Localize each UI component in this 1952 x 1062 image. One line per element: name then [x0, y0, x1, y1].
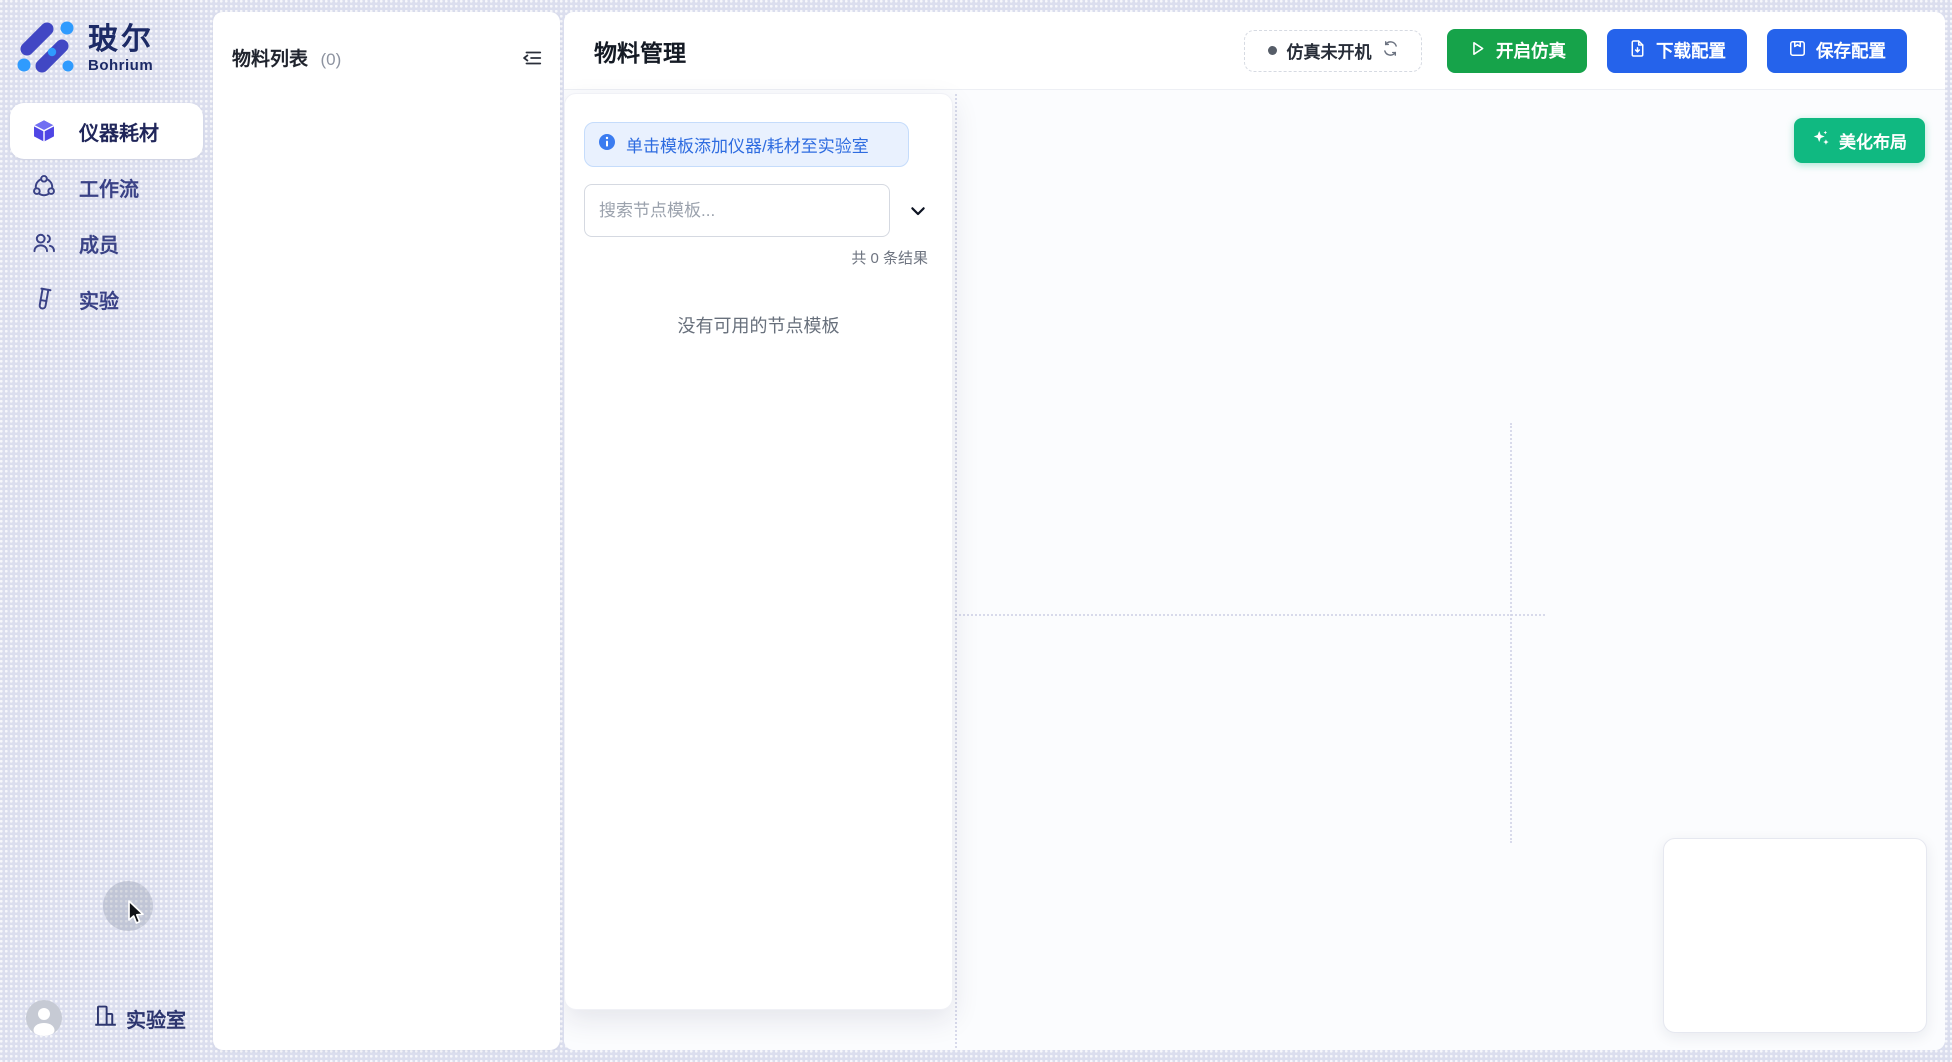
info-icon [598, 133, 616, 156]
refresh-icon[interactable] [1382, 40, 1399, 62]
play-icon [1468, 39, 1487, 63]
save-icon [1788, 39, 1807, 63]
save-config-button[interactable]: 保存配置 [1767, 29, 1907, 73]
page-title: 物料管理 [594, 34, 686, 68]
members-icon [31, 230, 57, 256]
template-panel: 单击模板添加仪器/耗材至实验室 共 0 条结果 没有可用的节点模板 [564, 93, 953, 1010]
search-input[interactable] [584, 184, 890, 237]
material-list-header: 物料列表 (0) [213, 12, 560, 71]
result-count: 共 0 条结果 [565, 247, 952, 268]
sidebar-item-workflow[interactable]: 工作流 [10, 159, 203, 215]
sidebar-footer: 实验室 [26, 1000, 186, 1036]
experiment-icon [31, 286, 57, 312]
brand-name-en: Bohrium [88, 57, 154, 74]
sidebar-item-label: 仪器耗材 [79, 117, 159, 146]
file-download-icon [1628, 39, 1647, 63]
download-config-button[interactable]: 下载配置 [1607, 29, 1747, 73]
material-list-panel: 物料列表 (0) [213, 12, 560, 1050]
sidebar: 玻尔 Bohrium 仪器耗材 [0, 0, 213, 1062]
lab-switcher[interactable]: 实验室 [92, 1002, 186, 1034]
chevron-down-icon[interactable] [908, 201, 928, 221]
cube-icon [31, 118, 57, 144]
layout-canvas[interactable]: 单击模板添加仪器/耗材至实验室 共 0 条结果 没有可用的节点模板 [564, 90, 1945, 1050]
sidebar-item-experiment[interactable]: 实验 [10, 271, 203, 327]
canvas-guide-line [955, 94, 957, 1050]
material-list-count: (0) [320, 50, 341, 69]
topbar: 物料管理 仿真未开机 开启仿真 [564, 12, 1945, 90]
user-avatar[interactable] [26, 1000, 62, 1036]
beautify-layout-label: 美化布局 [1839, 128, 1907, 153]
collapse-panel-button[interactable] [519, 45, 545, 71]
main-area: 物料管理 仿真未开机 开启仿真 [564, 12, 1945, 1050]
sidebar-nav: 仪器耗材 工作流 成员 [10, 103, 203, 327]
canvas-guide-line [1510, 423, 1512, 843]
brand-text: 玻尔 Bohrium [88, 23, 154, 75]
beautify-layout-button[interactable]: 美化布局 [1794, 118, 1925, 163]
empty-template-text: 没有可用的节点模板 [565, 312, 952, 338]
brand[interactable]: 玻尔 Bohrium [16, 16, 154, 81]
minimap[interactable] [1663, 838, 1927, 1033]
simulation-status-label: 仿真未开机 [1287, 38, 1372, 63]
mouse-cursor-icon [126, 899, 148, 932]
status-dot-icon [1268, 46, 1277, 55]
sidebar-item-members[interactable]: 成员 [10, 215, 203, 271]
start-simulation-label: 开启仿真 [1496, 38, 1566, 63]
sidebar-item-label: 实验 [79, 285, 119, 314]
material-list-title: 物料列表 [232, 49, 308, 70]
search-row [584, 184, 928, 237]
sparkles-icon [1812, 129, 1830, 152]
sidebar-item-label: 成员 [79, 229, 119, 258]
topbar-actions: 仿真未开机 开启仿真 [1244, 29, 1907, 73]
workflow-icon [31, 174, 57, 200]
sidebar-item-label: 工作流 [79, 173, 139, 202]
simulation-status-pill[interactable]: 仿真未开机 [1244, 30, 1422, 72]
save-config-label: 保存配置 [1816, 38, 1886, 63]
brand-name-zh: 玻尔 [88, 23, 154, 58]
building-icon [92, 1002, 118, 1034]
hint-banner: 单击模板添加仪器/耗材至实验室 [584, 122, 909, 167]
start-simulation-button[interactable]: 开启仿真 [1447, 29, 1587, 73]
lab-label: 实验室 [126, 1004, 186, 1033]
sidebar-item-instruments[interactable]: 仪器耗材 [10, 103, 203, 159]
canvas-guide-line [955, 614, 1545, 616]
bohrium-logo-icon [16, 16, 76, 81]
download-config-label: 下载配置 [1656, 38, 1726, 63]
hint-banner-text: 单击模板添加仪器/耗材至实验室 [626, 132, 869, 157]
